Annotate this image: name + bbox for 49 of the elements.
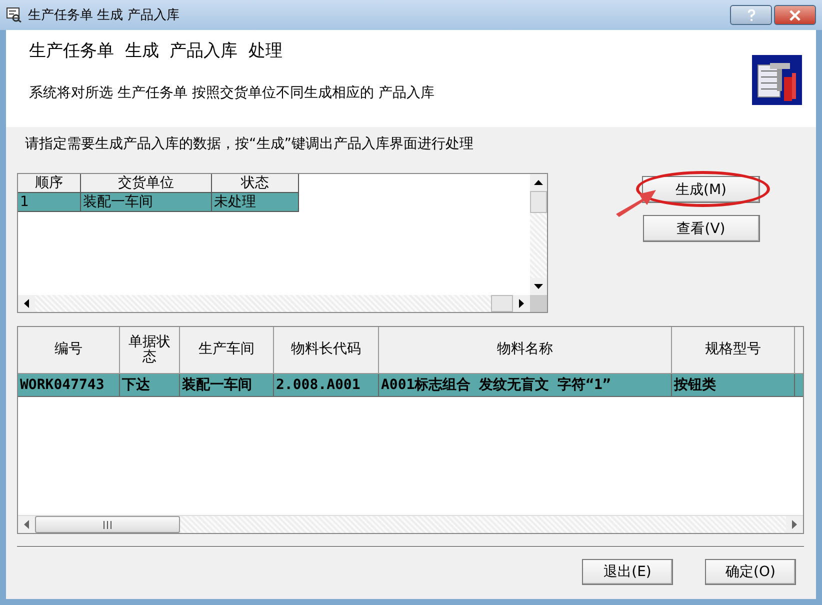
- dialog-button[interactable]: 确定(O): [705, 559, 796, 585]
- scroll-thumb[interactable]: [35, 516, 180, 533]
- table-row[interactable]: WORK047743 下达 装配一车间 2.008.A001 A001标志组合 发纹无盲文 字符“1” 按钮类: [18, 374, 803, 396]
- left-arrow-icon: [24, 299, 29, 308]
- help-icon: [746, 8, 756, 22]
- table-cell: A001标志组合 发纹无盲文 字符“1”: [378, 374, 672, 396]
- close-icon: [789, 10, 801, 20]
- up-arrow-icon: [534, 180, 543, 185]
- table-cell: WORK047743: [18, 374, 120, 396]
- column-header: 单据状态: [120, 327, 180, 374]
- instruction-text: 请指定需要生成产品入库的数据，按“生成”键调出产品入库界面进行处理: [25, 135, 475, 153]
- left-arrow-icon: [24, 520, 29, 529]
- table-cell: 1: [18, 192, 80, 212]
- right-arrow-icon: [519, 299, 524, 308]
- table-cell: 2.008.A001: [274, 374, 378, 396]
- header-title: 生产任务单 生成 产品入库 处理: [29, 40, 284, 62]
- column-header: 生产车间: [180, 327, 274, 374]
- horizontal-scrollbar[interactable]: [18, 515, 803, 533]
- table-cell: 下达: [120, 374, 180, 396]
- horizontal-scrollbar[interactable]: [18, 295, 547, 312]
- scroll-thumb[interactable]: [530, 191, 547, 213]
- dialog-button[interactable]: 查看(V): [642, 215, 760, 242]
- pointer-arrow: [614, 187, 658, 217]
- help-button[interactable]: [730, 5, 772, 25]
- table-cell: 按钮类: [672, 374, 794, 396]
- dialog-button[interactable]: 退出(E): [582, 559, 673, 585]
- column-header: 物料名称: [378, 327, 672, 374]
- table-cell: 装配一车间: [80, 192, 212, 212]
- dialog-button[interactable]: 生成(M): [642, 176, 760, 203]
- column-header: 编号: [18, 327, 120, 374]
- column-header: 顺序: [18, 174, 80, 192]
- close-button[interactable]: [774, 5, 816, 25]
- table-cell: 未处理: [212, 192, 298, 212]
- column-header: 状态: [212, 174, 298, 192]
- table-cell: 装配一车间: [180, 374, 274, 396]
- scroll-thumb[interactable]: [491, 295, 513, 312]
- grip-icon: [103, 520, 112, 528]
- column-header: 规格型号: [672, 327, 794, 374]
- window-title: 生产任务单 生成 产品入库: [28, 7, 180, 24]
- right-arrow-icon: [792, 520, 797, 529]
- window-icon: [6, 7, 22, 23]
- down-arrow-icon: [534, 284, 543, 289]
- tools-icon: [752, 55, 802, 105]
- scrollbar-corner: [530, 295, 547, 312]
- column-header: 交货单位: [80, 174, 212, 192]
- column-header: 物料长代码: [274, 327, 378, 374]
- vertical-scrollbar[interactable]: [530, 174, 547, 295]
- header-description: 系统将对所选 生产任务单 按照交货单位不同生成相应的 产品入库: [29, 84, 436, 102]
- table-row[interactable]: 1 装配一车间 未处理: [18, 192, 298, 212]
